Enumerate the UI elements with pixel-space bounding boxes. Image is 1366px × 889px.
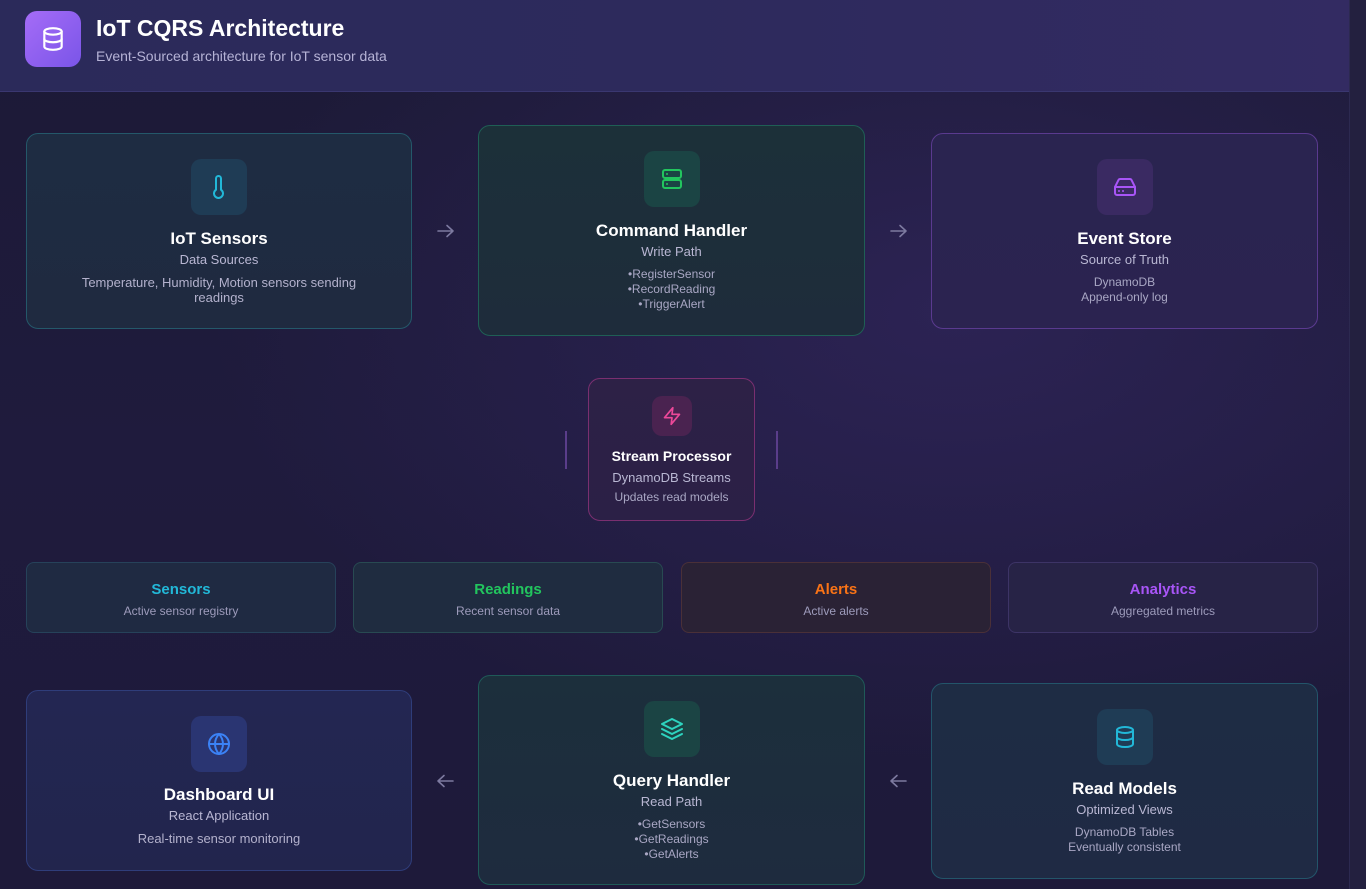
node-subtitle: DynamoDB Streams [612,470,731,485]
table-card-analytics: Analytics Aggregated metrics [1008,562,1318,633]
node-details: DynamoDB Append-only log [932,275,1317,305]
table-subtitle: Active sensor registry [123,604,239,618]
table-title: Analytics [1129,581,1197,598]
node-subtitle: Write Path [641,244,702,259]
query-list: GetSensors GetReadings GetAlerts [479,817,864,862]
node-title: Dashboard UI [163,785,275,804]
list-item: TriggerAlert [479,297,864,312]
node-description: Real-time sensor monitoring [137,831,301,846]
node-title: Event Store [1077,229,1172,248]
command-list: RegisterSensor RecordReading TriggerAler… [479,267,864,312]
detail-line: Eventually consistent [1068,840,1181,854]
table-subtitle: Active alerts [803,604,869,618]
arrow-left-icon [435,774,455,788]
node-read-models: Read Models Optimized Views DynamoDB Tab… [931,683,1318,879]
layers-icon [643,701,700,757]
list-item: GetReadings [479,832,864,847]
node-title: Read Models [1072,779,1177,798]
node-command-handler: Command Handler Write Path RegisterSenso… [478,125,865,336]
table-subtitle: Recent sensor data [455,604,561,618]
connector-line [776,431,778,469]
diagram-canvas: IoT CQRS Architecture Event-Sourced arch… [0,0,1366,889]
hard-drive-icon [1096,159,1153,215]
node-query-handler: Query Handler Read Path GetSensors GetRe… [478,675,865,885]
node-title: IoT Sensors [170,229,268,248]
database-icon [1096,709,1153,765]
table-subtitle: Aggregated metrics [1110,604,1216,618]
thermometer-icon [191,159,247,215]
arrow-left-icon [888,774,908,788]
detail-line: Append-only log [1081,290,1168,304]
header: IoT CQRS Architecture Event-Sourced arch… [0,0,1349,92]
globe-icon [191,716,247,772]
arrow-right-icon [889,224,909,238]
node-title: Stream Processor [611,448,732,464]
node-subtitle: Data Sources [179,252,259,267]
node-subtitle: Read Path [640,794,703,809]
node-subtitle: Optimized Views [1076,802,1173,817]
page-title: IoT CQRS Architecture [96,15,345,41]
node-subtitle: Source of Truth [1080,252,1169,267]
list-item: GetSensors [479,817,864,832]
table-card-readings: Readings Recent sensor data [353,562,663,633]
table-title: Sensors [151,581,211,598]
list-item: RegisterSensor [479,267,864,282]
connector-line [565,431,567,469]
server-icon [643,151,700,207]
database-icon [25,11,81,67]
detail-line: DynamoDB [1093,275,1156,289]
detail-line: DynamoDB Tables [1074,825,1175,839]
node-description: Temperature, Humidity, Motion sensors se… [81,275,357,305]
node-title: Command Handler [595,221,748,240]
node-dashboard-ui: Dashboard UI React Application Real-time… [26,690,412,871]
node-event-store: Event Store Source of Truth DynamoDB App… [931,133,1318,329]
lightning-icon [651,396,692,436]
node-iot-sensors: IoT Sensors Data Sources Temperature, Hu… [26,133,412,329]
node-stream-processor: Stream Processor DynamoDB Streams Update… [588,378,755,521]
table-title: Readings [474,581,542,598]
arrow-right-icon [436,224,456,238]
table-card-sensors: Sensors Active sensor registry [26,562,336,633]
node-subtitle: React Application [168,808,270,823]
scrollbar[interactable] [1349,0,1366,889]
table-title: Alerts [814,581,858,598]
page-subtitle: Event-Sourced architecture for IoT senso… [96,48,387,64]
node-details: DynamoDB Tables Eventually consistent [932,825,1317,855]
node-title: Query Handler [612,771,731,790]
node-description: Updates read models [614,490,729,504]
table-card-alerts: Alerts Active alerts [681,562,991,633]
list-item: RecordReading [479,282,864,297]
list-item: GetAlerts [479,847,864,862]
